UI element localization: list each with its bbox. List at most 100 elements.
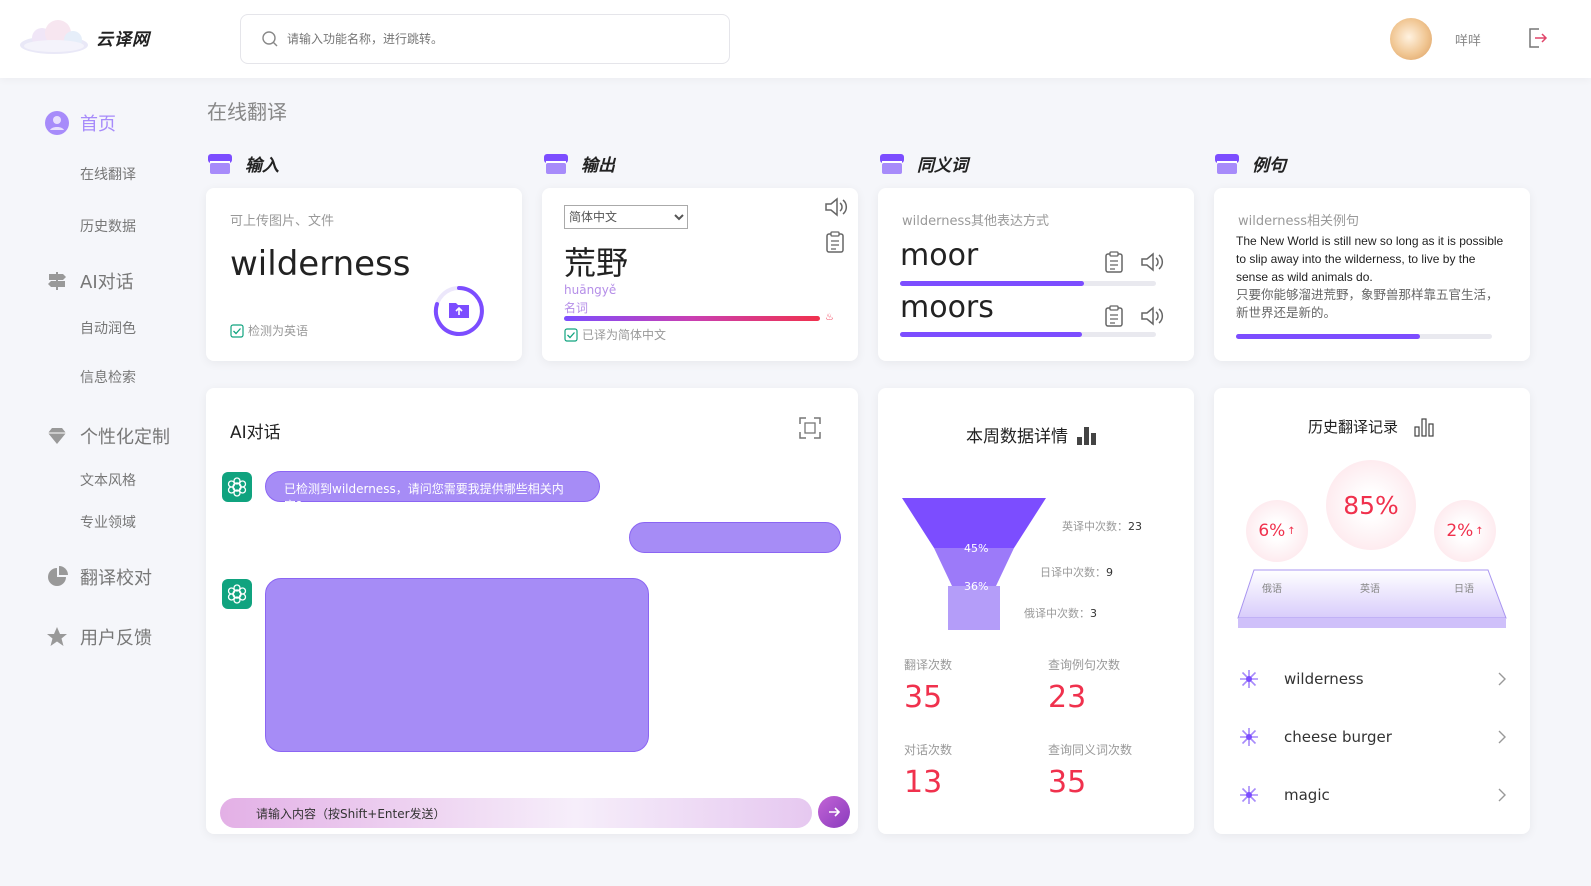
sidebar-item-label: 首页 — [80, 114, 116, 135]
chat-title: AI对话 — [230, 423, 281, 443]
stat-label: 对话次数 — [904, 743, 953, 757]
sidebar-item-info-search[interactable]: 信息检索 — [80, 367, 136, 387]
stat-label: 查询同义词次数 — [1048, 743, 1133, 757]
synonym-score-fill — [900, 281, 1085, 286]
upload-hint: 可上传图片、文件 — [230, 214, 335, 229]
funnel-pct: 36% — [964, 580, 989, 593]
funnel-pct: 45% — [964, 542, 989, 555]
synonym-score-fill — [900, 332, 1082, 337]
history-card: 历史翻译记录 6% ↑ 85% 2% ↑ 俄语 英语 日语 wilderness c… — [1214, 388, 1530, 834]
synonym-hint: wilderness其他表达方式 — [902, 214, 1050, 229]
star-icon — [44, 624, 70, 650]
output-card: 简体中文 荒野 huāngyě 名词 ♨ 已译为简体中文 — [542, 188, 858, 361]
ai-chat-card: AI对话 已检测到wilderness，请问您需要我提供哪些相关内容? 请输入内… — [206, 388, 858, 834]
stat-value: 35 — [904, 680, 943, 715]
send-button[interactable] — [818, 796, 850, 828]
sidebar-item-label: AI对话 — [80, 272, 134, 293]
check-icon — [230, 323, 244, 338]
speaker-icon[interactable] — [1140, 305, 1166, 331]
language-pedestal — [1237, 569, 1507, 628]
sidebar-item-feedback[interactable]: 用户反馈 — [44, 624, 152, 650]
section-output-title: 输出 — [543, 151, 615, 176]
sidebar-item-online-translate[interactable]: 在线翻译 — [80, 164, 136, 184]
speaker-icon[interactable] — [1140, 251, 1166, 277]
home-avatar-icon — [44, 110, 70, 136]
speaker-icon[interactable] — [824, 196, 850, 222]
sidebar-item-ai-chat[interactable]: AI对话 — [44, 268, 134, 294]
sidebar-item-domain[interactable]: 专业领域 — [80, 512, 136, 532]
input-text[interactable]: wilderness — [230, 244, 410, 284]
bot-message-bubble: 已检测到wilderness，请问您需要我提供哪些相关内容? — [265, 471, 600, 513]
sidebar-item-proofread[interactable]: 翻译校对 — [44, 564, 152, 590]
funnel-label-ru: 俄译中次数：3 — [1024, 607, 1097, 620]
sidebar-item-history[interactable]: 历史数据 — [80, 216, 136, 236]
sidebar-item-label: 用户反馈 — [80, 628, 152, 649]
copy-icon[interactable] — [1104, 304, 1126, 332]
search-input[interactable] — [287, 32, 687, 46]
check-icon — [564, 327, 578, 342]
page-title: 在线翻译 — [207, 100, 287, 124]
flame-icon: ♨ — [825, 312, 834, 323]
example-chinese: 只要你能够溜进荒野，象野兽那样靠五官生活，新世界还是新的。 — [1236, 287, 1499, 320]
store-icon — [208, 153, 232, 174]
search-box[interactable] — [240, 14, 730, 64]
stat-label: 翻译次数 — [904, 658, 953, 672]
stat-value: 13 — [904, 765, 943, 800]
language-select[interactable]: 简体中文 — [564, 205, 688, 229]
diamond-icon — [44, 423, 70, 449]
synonym-score-bar — [900, 281, 1156, 286]
flower-icon — [1240, 786, 1258, 804]
fullscreen-icon[interactable] — [798, 416, 822, 444]
funnel-label-ja: 日译中次数：9 — [1040, 566, 1113, 579]
stat-label: 查询例句次数 — [1048, 658, 1121, 672]
store-icon — [544, 153, 568, 174]
sidebar-item-auto-polish[interactable]: 自动润色 — [80, 318, 136, 338]
history-item[interactable]: magic — [1238, 780, 1508, 810]
sidebar-item-text-style[interactable]: 文本风格 — [80, 470, 136, 490]
sidebar: 首页 在线翻译 历史数据 AI对话 自动润色 信息检索 个性化定制 文本风格 专… — [0, 78, 200, 886]
logout-icon[interactable] — [1525, 26, 1549, 54]
chat-input[interactable]: 请输入内容（按Shift+Enter发送） — [220, 798, 812, 828]
detect-status: 检测为英语 — [230, 322, 308, 339]
chevron-right-icon — [1498, 672, 1506, 686]
input-card: 可上传图片、文件 wilderness 检测为英语 — [206, 188, 522, 361]
flower-icon — [1240, 728, 1258, 746]
section-examples-title: 例句 — [1214, 151, 1286, 176]
part-of-speech: 名词 — [564, 301, 589, 315]
lang-label-en: 英语 — [1360, 584, 1380, 595]
sidebar-item-personalize[interactable]: 个性化定制 — [44, 423, 170, 449]
output-text[interactable]: 荒野 — [564, 238, 628, 284]
flower-icon — [1240, 670, 1258, 688]
lang-bubble-en: 85% — [1326, 460, 1416, 550]
logo[interactable]: 云译网 — [18, 18, 150, 56]
bar-chart-outline-icon — [1414, 417, 1434, 437]
synonym-word[interactable]: moor — [900, 238, 978, 273]
copy-icon[interactable] — [1104, 250, 1126, 278]
sidebar-item-home[interactable]: 首页 — [44, 110, 116, 136]
lang-label-ja: 日语 — [1454, 584, 1474, 595]
history-item[interactable]: wilderness — [1238, 664, 1508, 694]
username[interactable]: 咩咩 — [1455, 30, 1481, 49]
synonym-score-bar — [900, 332, 1156, 337]
example-card: wilderness相关例句 The New World is still ne… — [1214, 188, 1530, 361]
store-icon — [880, 153, 904, 174]
avatar[interactable] — [1390, 18, 1432, 60]
synonym-word[interactable]: moors — [900, 290, 994, 325]
bar-chart-icon — [1077, 426, 1096, 445]
example-progress-fill — [1236, 334, 1421, 339]
copy-icon[interactable] — [825, 230, 847, 258]
example-progress-bar — [1236, 334, 1492, 339]
stat-value: 35 — [1048, 765, 1087, 800]
upload-folder-button[interactable] — [432, 284, 486, 342]
section-input-title: 输入 — [207, 151, 279, 176]
weekly-title: 本周数据详情 — [966, 422, 1098, 447]
history-title: 历史翻译记录 — [1308, 416, 1436, 437]
user-message-bubble — [629, 522, 841, 553]
cloud-logo-icon — [18, 18, 90, 56]
section-synonyms-title: 同义词 — [879, 151, 968, 176]
pinyin: huāngyě — [564, 283, 617, 297]
history-item[interactable]: cheese burger — [1238, 722, 1508, 752]
brand-name: 云译网 — [96, 29, 150, 50]
sidebar-item-label: 翻译校对 — [80, 568, 152, 589]
weekly-data-card: 本周数据详情 45% 36% 英译中次数：23 日译中次数：9 俄译中次数：3 … — [878, 388, 1194, 834]
